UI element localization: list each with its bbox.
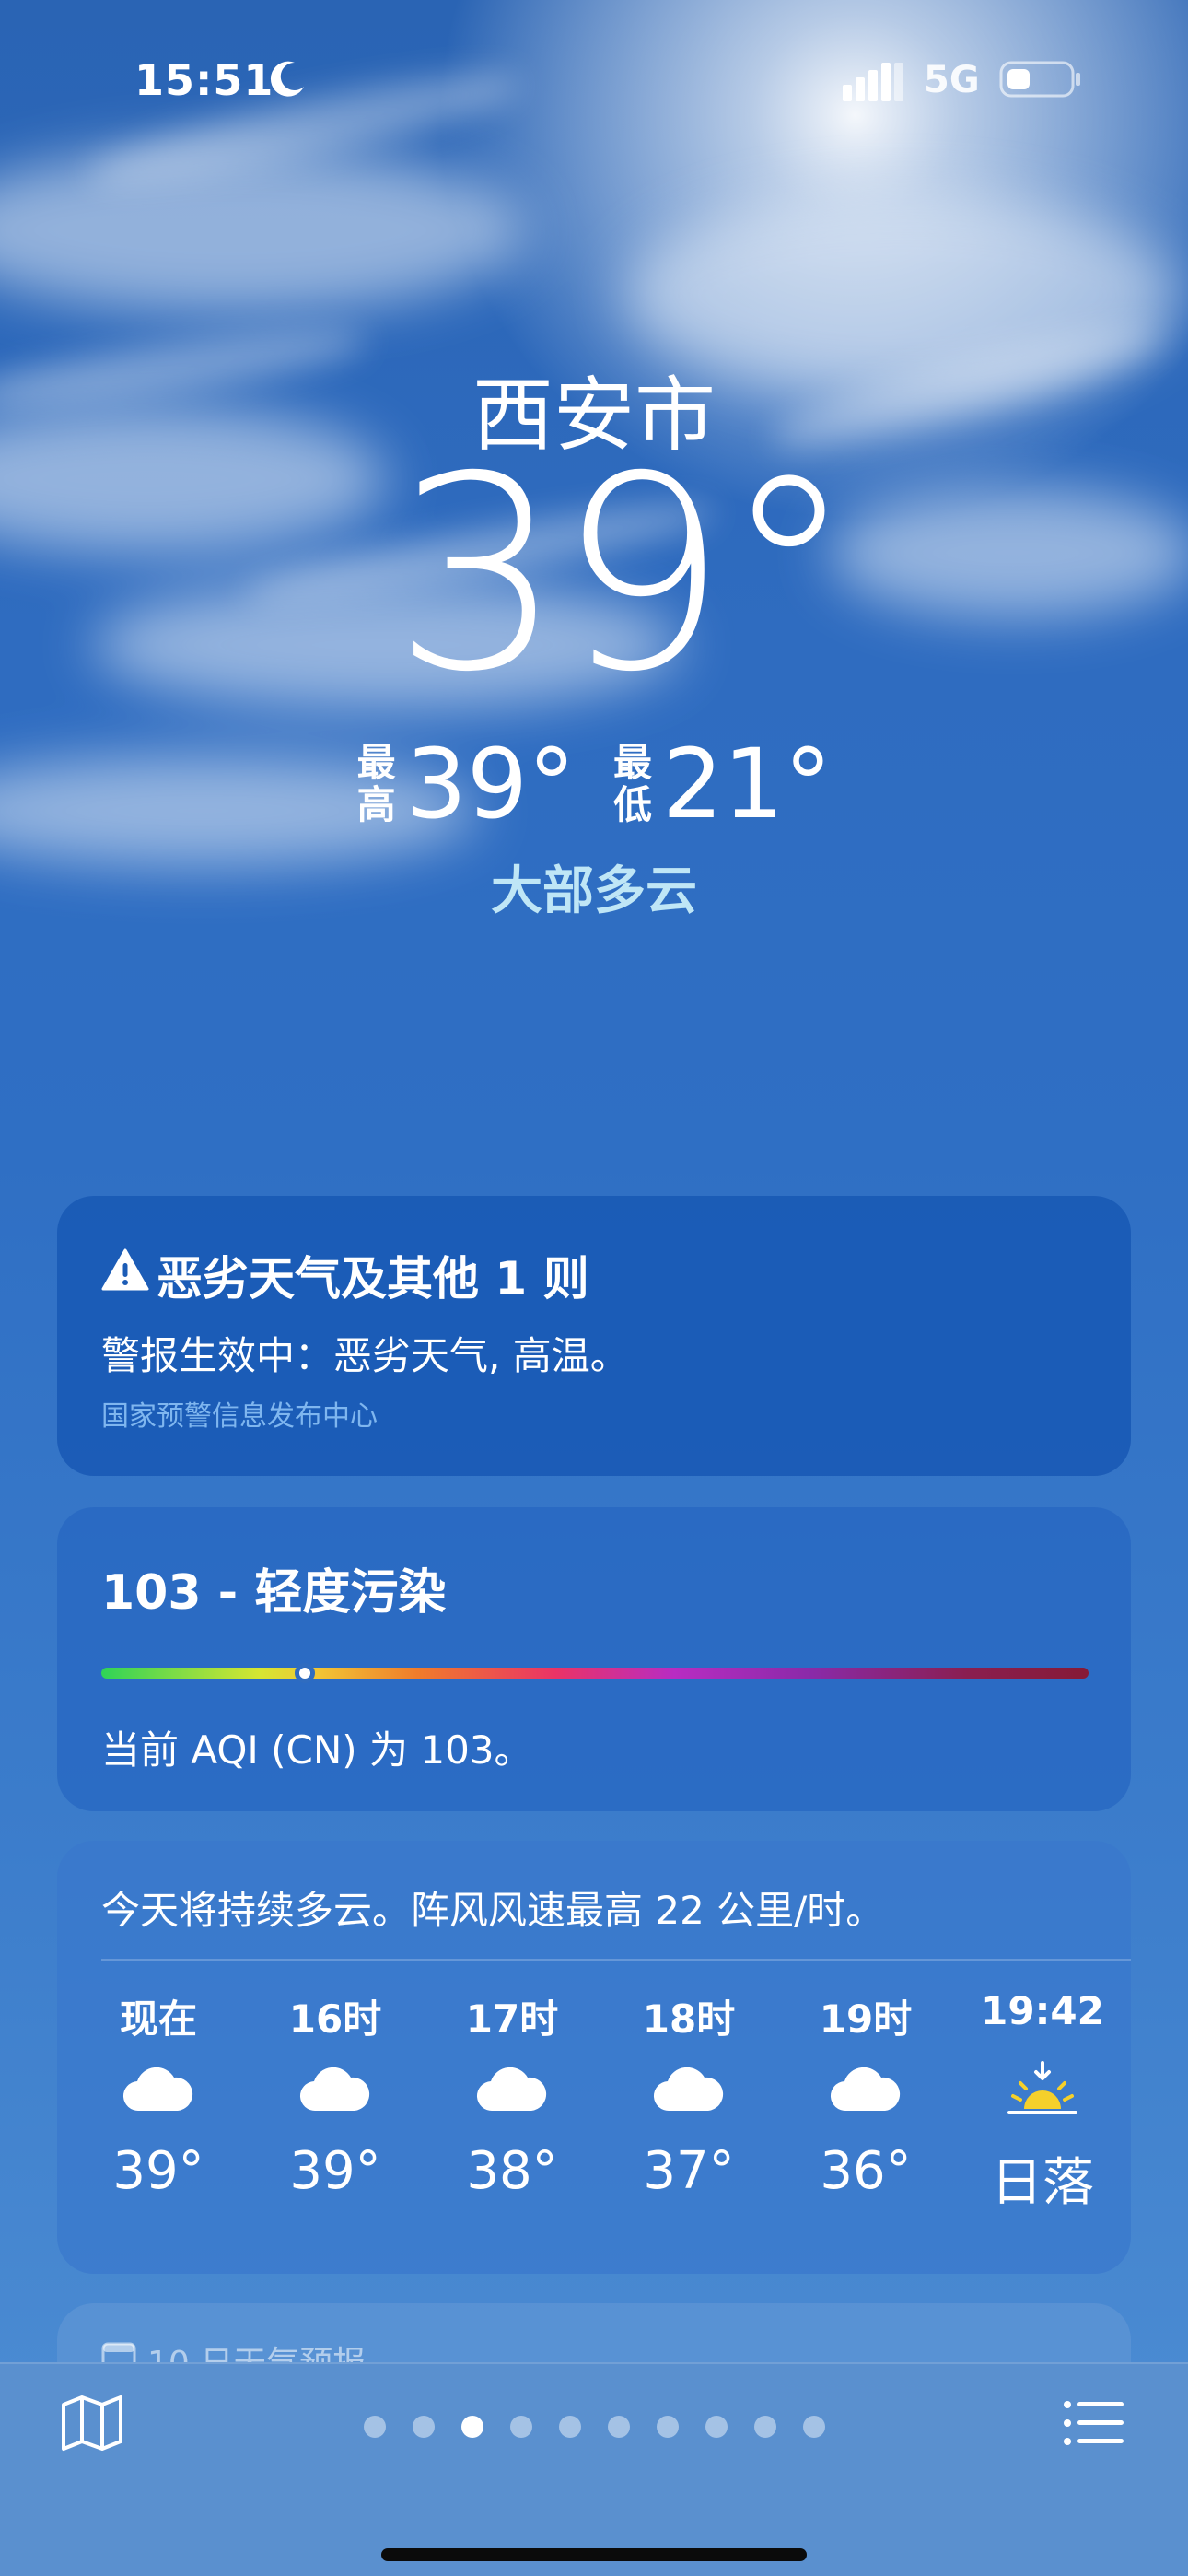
high-label: 最高 bbox=[356, 740, 396, 827]
divider bbox=[101, 1959, 1131, 1961]
alert-title-row: 恶劣天气及其他 1 则 bbox=[101, 1242, 589, 1308]
moon-icon bbox=[267, 59, 308, 103]
low-temperature: 最低 21° bbox=[612, 728, 832, 840]
hour-label: 19时 bbox=[819, 1996, 913, 2042]
high-value: 39° bbox=[405, 728, 576, 840]
low-value: 21° bbox=[662, 728, 833, 840]
hourly-summary: 今天将持续多云。阵风风速最高 22 公里/时。 bbox=[101, 1888, 885, 1933]
air-quality-card[interactable]: 103 - 轻度污染 当前 AQI (CN) 为 103。 bbox=[57, 1507, 1131, 1811]
aqi-indicator-dot bbox=[294, 1663, 315, 1683]
city-list-button[interactable] bbox=[1061, 2392, 1127, 2458]
hour-item: 16时 39° bbox=[262, 1988, 409, 2206]
battery-icon bbox=[999, 61, 1082, 101]
low-label: 最低 bbox=[612, 740, 652, 827]
cloud-icon bbox=[122, 2040, 194, 2141]
hourly-list[interactable]: 现在 39° 16时 39° 17时 38° 18时 37° 19时 36° 1… bbox=[85, 1988, 1116, 2213]
hour-temp: 36° bbox=[820, 2141, 912, 2201]
cloud-icon bbox=[299, 2040, 371, 2141]
network-type: 5G bbox=[924, 59, 980, 101]
aqi-scale-bar bbox=[101, 1663, 1089, 1683]
warning-icon bbox=[101, 1247, 149, 1303]
severe-weather-alert-card[interactable]: 恶劣天气及其他 1 则 警报生效中：恶劣天气, 高温。 国家预警信息发布中心 bbox=[57, 1196, 1131, 1476]
hour-label: 18时 bbox=[642, 1996, 736, 2042]
hour-item: 19时 36° bbox=[792, 1988, 939, 2206]
sunset-icon bbox=[1006, 2040, 1079, 2141]
page-dot[interactable] bbox=[412, 2416, 435, 2438]
status-time: 15:51 bbox=[134, 55, 274, 105]
hour-temp: 39° bbox=[112, 2141, 204, 2201]
alert-title: 恶劣天气及其他 1 则 bbox=[157, 1252, 589, 1306]
home-indicator[interactable] bbox=[381, 2548, 807, 2561]
page-dot-active[interactable] bbox=[460, 2416, 483, 2438]
hour-temp: 39° bbox=[289, 2141, 381, 2201]
cloud-icon bbox=[476, 2040, 548, 2141]
hour-item: 18时 37° bbox=[615, 1988, 763, 2206]
weather-condition: 大部多云 bbox=[491, 861, 697, 921]
hour-item: 现在 39° bbox=[85, 1988, 232, 2206]
alert-body: 警报生效中：恶劣天气, 高温。 bbox=[101, 1333, 629, 1378]
hour-item-sunset: 19:42 日落 bbox=[969, 1988, 1116, 2213]
hour-temp: 37° bbox=[643, 2141, 735, 2201]
hour-label: 16时 bbox=[288, 1996, 382, 2042]
aqi-title: 103 - 轻度污染 bbox=[101, 1565, 447, 1621]
page-dot[interactable] bbox=[363, 2416, 386, 2438]
high-temperature: 最高 39° bbox=[356, 728, 576, 840]
hour-temp: 日落 bbox=[991, 2153, 1094, 2213]
hour-label: 17时 bbox=[465, 1996, 559, 2042]
bottom-toolbar bbox=[0, 2362, 1188, 2576]
page-dot[interactable] bbox=[509, 2416, 532, 2438]
cloud-icon bbox=[830, 2040, 902, 2141]
page-dot[interactable] bbox=[656, 2416, 679, 2438]
list-icon bbox=[1063, 2399, 1125, 2451]
page-indicator[interactable] bbox=[0, 2416, 1188, 2438]
current-temperature: 39° bbox=[392, 420, 856, 731]
cloud-icon bbox=[653, 2040, 725, 2141]
signal-icon bbox=[843, 63, 903, 105]
alert-source-link[interactable]: 国家预警信息发布中心 bbox=[101, 1393, 378, 1434]
aqi-description: 当前 AQI (CN) 为 103。 bbox=[101, 1727, 533, 1773]
hour-temp: 38° bbox=[466, 2141, 558, 2201]
hour-label: 现在 bbox=[119, 1996, 197, 2042]
page-dot[interactable] bbox=[802, 2416, 825, 2438]
page-dot[interactable] bbox=[558, 2416, 581, 2438]
hour-label: 19:42 bbox=[981, 1988, 1104, 2033]
page-dot[interactable] bbox=[705, 2416, 728, 2438]
hourly-forecast-card[interactable]: 今天将持续多云。阵风风速最高 22 公里/时。 现在 39° 16时 39° 1… bbox=[57, 1841, 1131, 2274]
page-dot[interactable] bbox=[753, 2416, 776, 2438]
page-dot[interactable] bbox=[607, 2416, 630, 2438]
high-low-temperatures: 最高 39° 最低 21° bbox=[0, 728, 1188, 840]
status-bar: 15:51 5G bbox=[0, 52, 1188, 116]
hour-item: 17时 38° bbox=[438, 1988, 586, 2206]
